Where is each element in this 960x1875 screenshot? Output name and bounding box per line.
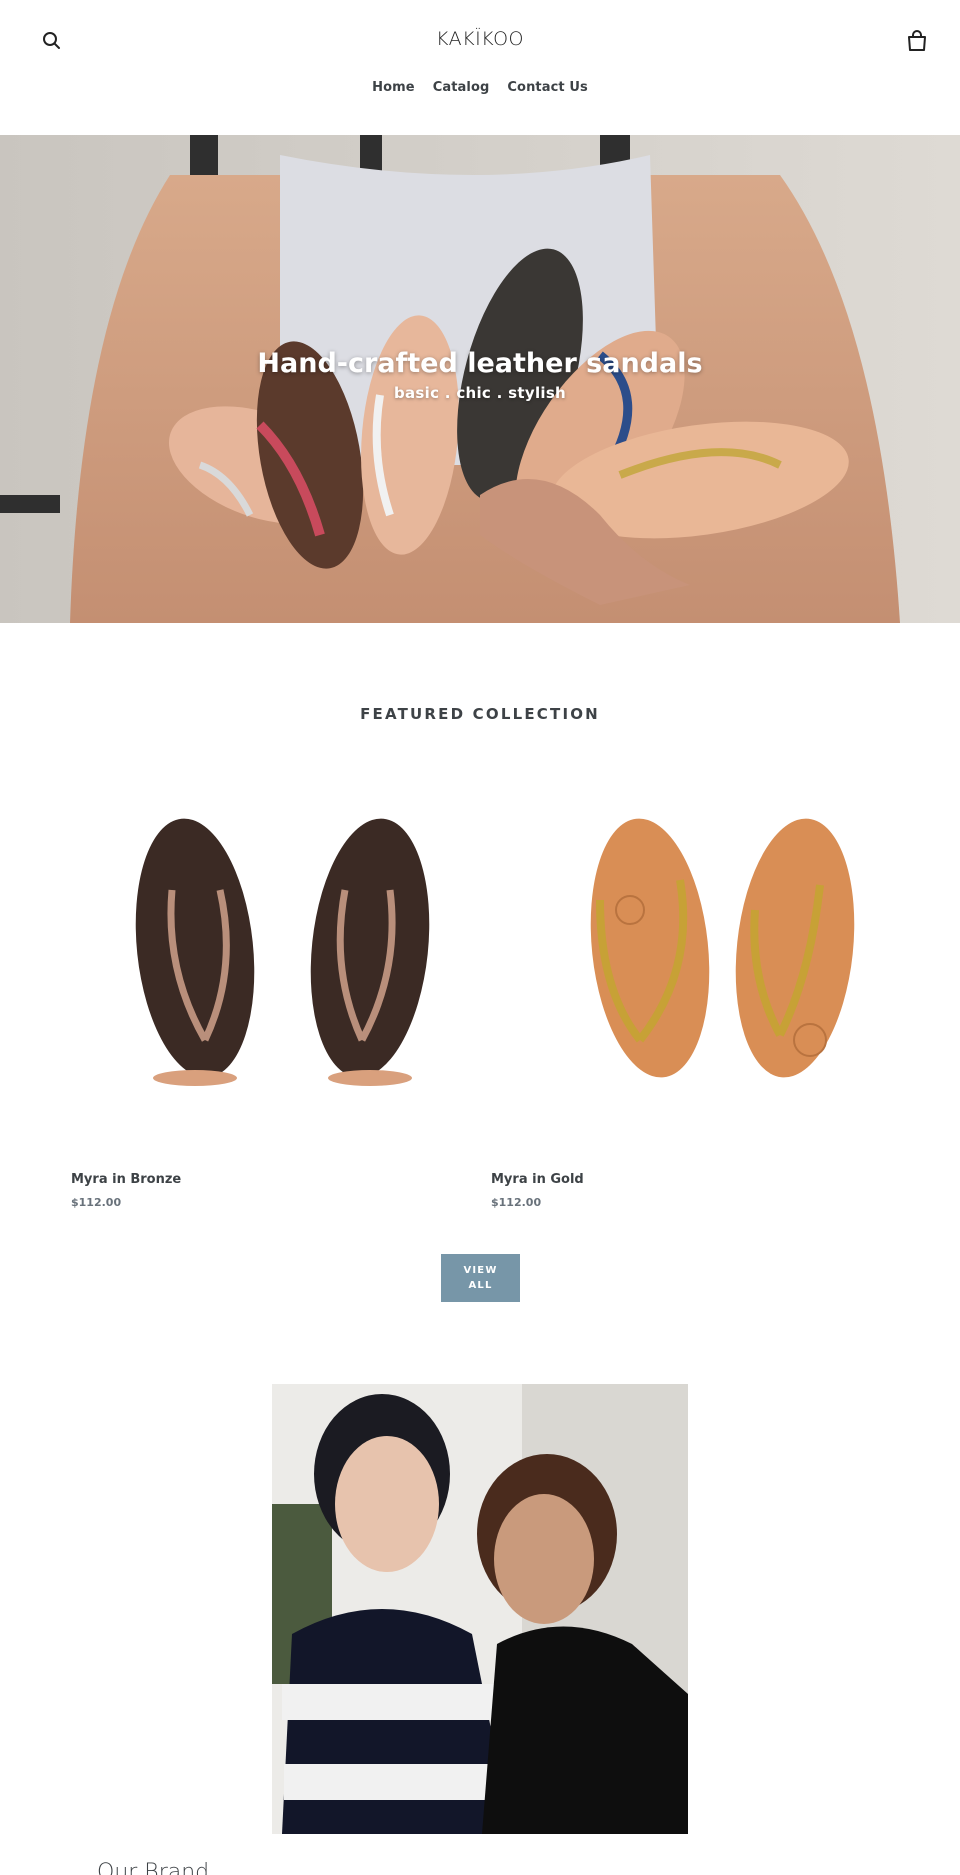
product-image[interactable] <box>490 760 910 1160</box>
view-all-button[interactable]: VIEW ALL <box>441 1254 520 1302</box>
product-price: $112.00 <box>491 1196 542 1209</box>
hero-subtitle: basic . chic . stylish <box>393 384 567 402</box>
featured-collection-title: FEATURED COLLECTION <box>360 705 600 723</box>
product-name[interactable]: Myra in Gold <box>491 1172 584 1187</box>
cart-icon[interactable] <box>904 28 930 54</box>
product-card[interactable]: Myra in Bronze $112.00 <box>70 760 490 1209</box>
nav-item-catalog[interactable]: Catalog <box>433 80 490 95</box>
site-logo[interactable]: KAKÏKOO <box>0 28 960 50</box>
main-nav: Home Catalog Contact Us <box>0 80 960 95</box>
nav-item-home[interactable]: Home <box>372 80 415 95</box>
product-card[interactable]: Myra in Gold $112.00 <box>490 760 910 1209</box>
hero-title: Hand-crafted leather sandals <box>257 348 703 379</box>
product-image[interactable] <box>70 760 490 1160</box>
product-price: $112.00 <box>71 1196 122 1209</box>
site-header: KAKÏKOO Home Catalog Contact Us <box>0 0 960 135</box>
brand-title: Our Brand <box>97 1860 210 1875</box>
brand-image <box>272 1384 688 1834</box>
hero-banner: Hand-crafted leather sandals basic . chi… <box>0 135 960 623</box>
product-name[interactable]: Myra in Bronze <box>71 1172 181 1187</box>
hero-text: Hand-crafted leather sandals basic . chi… <box>0 348 960 402</box>
nav-item-contact[interactable]: Contact Us <box>507 80 587 95</box>
